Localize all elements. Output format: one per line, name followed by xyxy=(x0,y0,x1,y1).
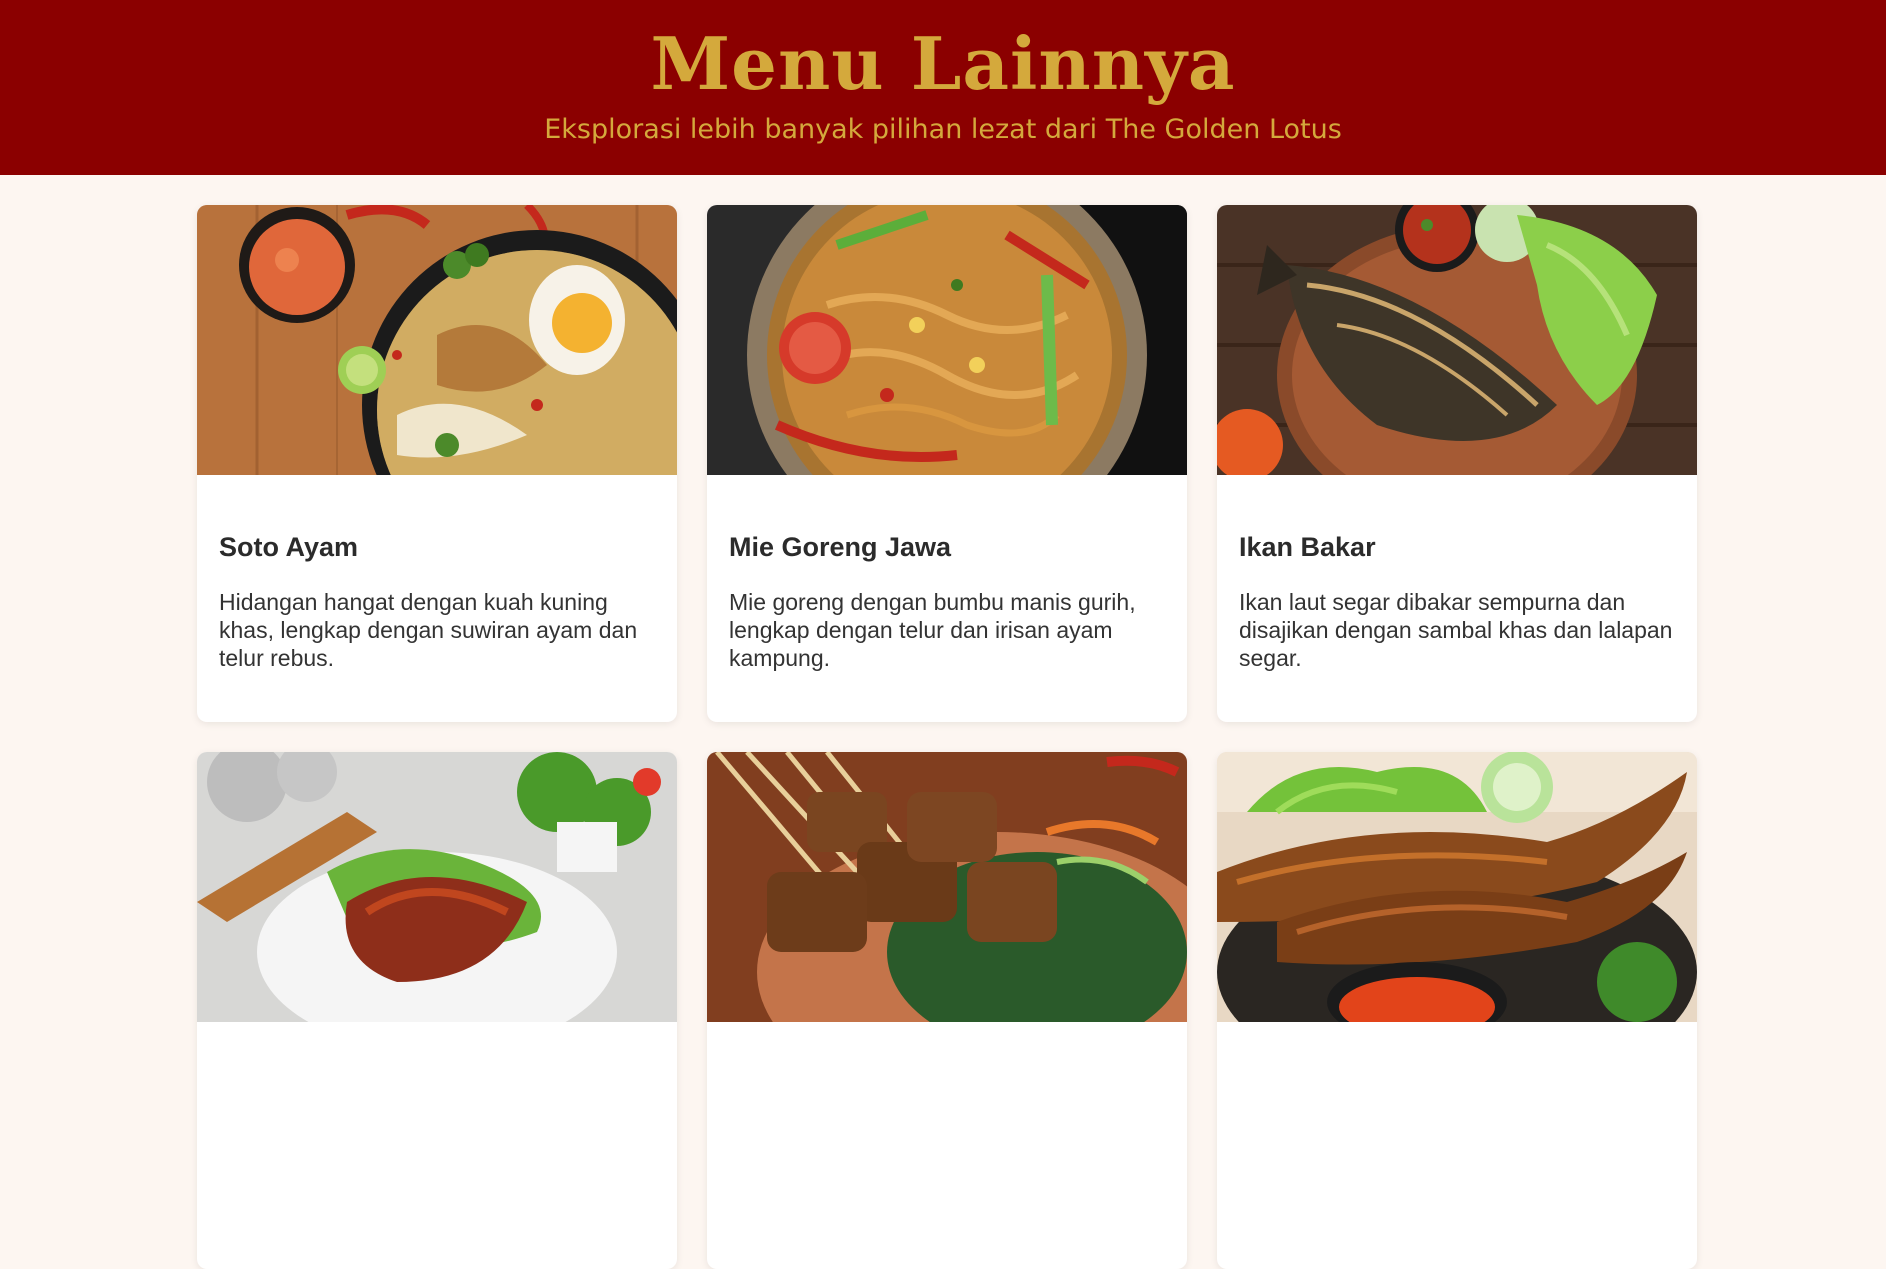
sate-photo xyxy=(707,752,1187,1022)
menu-item-title: Soto Ayam xyxy=(219,532,359,562)
ikan-bakar-photo xyxy=(1217,205,1697,475)
card-body: Ikan Bakar Ikan laut segar dibakar sempu… xyxy=(1217,475,1697,672)
ayam-bakar-photo xyxy=(197,752,677,1022)
menu-card-ikan-bakar[interactable]: Ikan Bakar Ikan laut segar dibakar sempu… xyxy=(1217,205,1697,722)
menu-card-ayam-bakar[interactable] xyxy=(197,752,677,1269)
menu-item-description: Ikan laut segar dibakar sempurna dan dis… xyxy=(1239,589,1673,671)
menu-item-description: Mie goreng dengan bumbu manis gurih, len… xyxy=(729,589,1136,671)
mie-goreng-photo xyxy=(707,205,1187,475)
lele-goreng-photo xyxy=(1217,752,1697,1022)
menu-item-title: Ikan Bakar xyxy=(1239,532,1376,562)
menu-card-mie-goreng-jawa[interactable]: Mie Goreng Jawa Mie goreng dengan bumbu … xyxy=(707,205,1187,722)
card-body xyxy=(1217,1022,1697,1077)
card-body: Mie Goreng Jawa Mie goreng dengan bumbu … xyxy=(707,475,1187,672)
menu-card-sate[interactable] xyxy=(707,752,1187,1269)
card-body xyxy=(707,1022,1187,1077)
menu-grid: Soto Ayam Hidangan hangat dengan kuah ku… xyxy=(197,205,1697,1269)
menu-card-soto-ayam[interactable]: Soto Ayam Hidangan hangat dengan kuah ku… xyxy=(197,205,677,722)
card-body xyxy=(197,1022,677,1077)
card-body: Soto Ayam Hidangan hangat dengan kuah ku… xyxy=(197,475,677,672)
menu-item-title: Mie Goreng Jawa xyxy=(729,532,952,562)
page-subtitle: Eksplorasi lebih banyak pilihan lezat da… xyxy=(544,114,1342,145)
page-title: Menu Lainnya xyxy=(650,21,1236,106)
site-header: Menu Lainnya Eksplorasi lebih banyak pil… xyxy=(0,0,1886,175)
menu-card-lele-goreng[interactable] xyxy=(1217,752,1697,1269)
menu-item-description: Hidangan hangat dengan kuah kuning khas,… xyxy=(219,589,638,671)
soto-ayam-photo xyxy=(197,205,677,475)
